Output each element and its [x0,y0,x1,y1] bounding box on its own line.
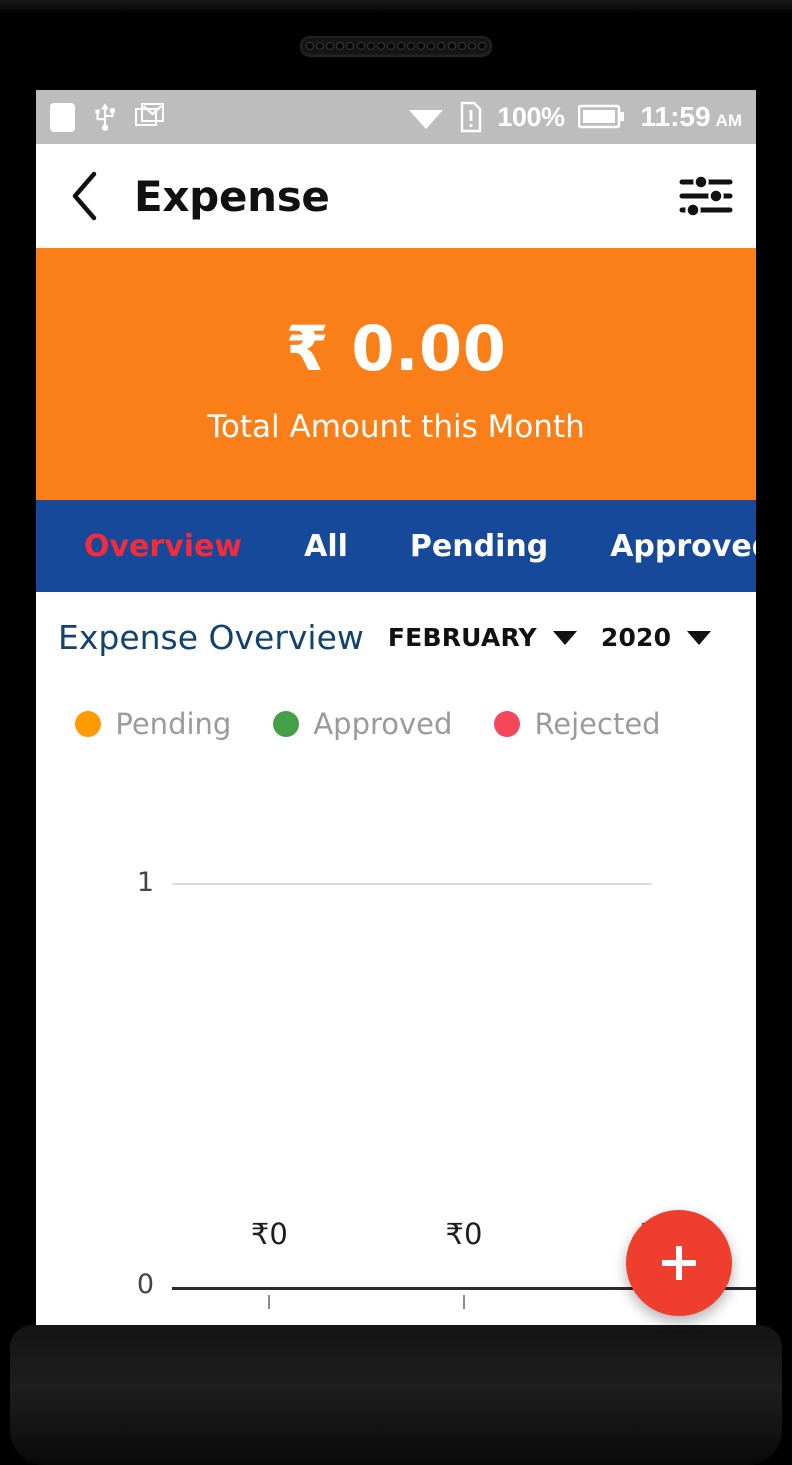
gmail-icon [135,103,164,126]
add-expense-fab[interactable] [626,1210,732,1316]
legend-item-approved: Approved [273,707,452,741]
total-amount-value: ₹ 0.00 [285,311,507,385]
axis-tick-icon [463,1295,465,1309]
legend-item-rejected: Rejected [494,707,661,741]
y-axis-tick-top: 1 [136,867,154,898]
battery-icon [578,104,625,129]
app-bar: Expense [36,144,756,248]
overview-panel: Expense Overview FEBRUARY 2020 Pending A… [36,592,756,1370]
page-title: Expense [134,171,330,221]
bezel-bottom [10,1325,782,1465]
back-chevron-icon [72,171,97,221]
legend-dot-icon [273,711,300,737]
clock-time: 11:59 [640,101,711,132]
sim-alert-icon [461,101,482,133]
chevron-down-icon [552,630,577,645]
bar-value-label: ₹0 [445,1217,483,1251]
tab-overview[interactable]: Overview [84,529,242,564]
y-axis-tick-bottom: 0 [136,1269,154,1300]
back-button[interactable] [62,171,108,221]
filter-sliders-icon [679,174,733,218]
status-bar: 100% 11:59 AM [36,90,756,144]
tab-pending[interactable]: Pending [410,529,548,564]
phone-screen: 100% 11:59 AM Expense ₹ 0.00 Total Amoun… [36,90,756,1370]
overview-header: Expense Overview FEBRUARY 2020 [36,592,756,657]
overview-title: Expense Overview [58,618,364,657]
earpiece-speaker [300,36,492,56]
phone-frame: 100% 11:59 AM Expense ₹ 0.00 Total Amoun… [0,0,792,1465]
month-dropdown-value: FEBRUARY [387,623,537,652]
year-dropdown-value: 2020 [600,623,672,652]
plus-icon [662,1246,696,1280]
tab-all[interactable]: All [304,529,348,564]
total-amount-banner: ₹ 0.00 Total Amount this Month [36,248,756,500]
app-square-icon [50,102,75,132]
legend-dot-icon [494,711,521,737]
chart-legend: Pending Approved Rejected [36,707,756,741]
battery-percent-label: 100% [497,101,565,132]
year-dropdown[interactable]: 2020 [600,623,712,652]
month-dropdown[interactable]: FEBRUARY [388,623,577,652]
clock-ampm: AM [715,111,742,130]
bezel-top [0,0,792,14]
wifi-icon [409,110,444,129]
expense-bar-chart: 1 0 ₹0 Pending ₹0 Approved [36,777,756,1359]
chevron-down-icon [687,630,712,645]
tab-approved[interactable]: Approved [610,529,756,564]
usb-icon [95,103,116,131]
legend-dot-icon [75,711,102,737]
axis-tick-icon [268,1295,271,1309]
clock: 11:59 AM [640,101,742,133]
filter-button[interactable] [678,168,734,224]
chart-gridline [172,883,652,885]
legend-item-pending: Pending [75,707,231,741]
bar-value-label: ₹0 [250,1217,288,1251]
total-amount-label: Total Amount this Month [207,408,585,445]
legend-label: Approved [313,707,453,741]
legend-label: Rejected [534,707,661,741]
tab-bar: Overview All Pending Approved Rejected [36,500,756,592]
legend-label: Pending [115,707,232,741]
